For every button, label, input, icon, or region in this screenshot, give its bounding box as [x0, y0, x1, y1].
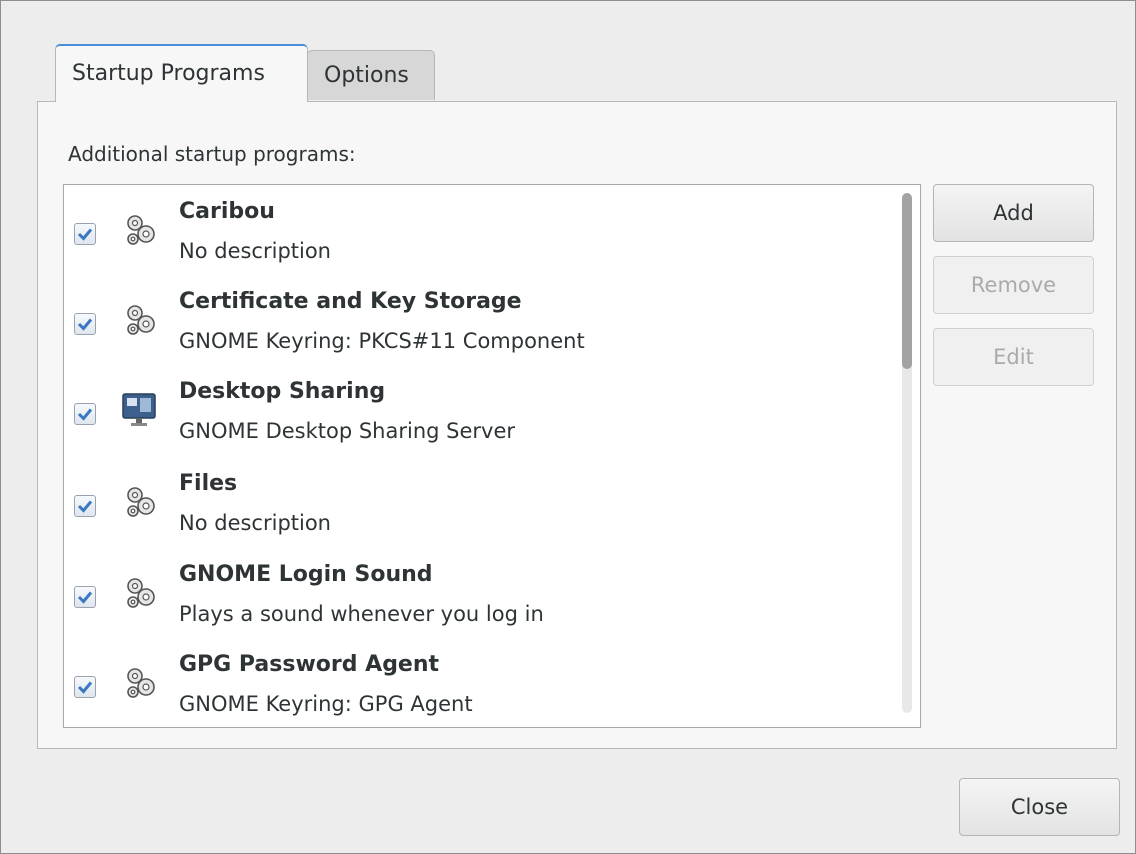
program-name: Desktop Sharing — [179, 379, 386, 404]
checkmark-icon — [77, 591, 93, 604]
list-item[interactable]: GPG Password Agent GNOME Keyring: GPG Ag… — [64, 638, 894, 727]
program-name: Certificate and Key Storage — [179, 289, 522, 314]
startup-applications-window: Startup Programs Options Additional star… — [0, 0, 1136, 854]
gears-icon — [120, 299, 160, 339]
remove-button[interactable]: Remove — [933, 256, 1094, 314]
gears-icon — [120, 209, 160, 249]
program-description: No description — [179, 511, 331, 535]
tab-options[interactable]: Options — [307, 50, 435, 100]
checkmark-icon — [77, 408, 93, 421]
vertical-scrollbar[interactable] — [902, 193, 912, 713]
edit-button[interactable]: Edit — [933, 328, 1094, 386]
close-button[interactable]: Close — [959, 778, 1120, 836]
startup-programs-pane: Additional startup programs: Caribou No … — [37, 101, 1117, 749]
program-description: GNOME Keyring: GPG Agent — [179, 692, 473, 716]
enable-checkbox[interactable] — [74, 313, 96, 335]
program-description: GNOME Desktop Sharing Server — [179, 419, 516, 443]
list-item[interactable]: Certificate and Key Storage GNOME Keyrin… — [64, 275, 894, 365]
list-item[interactable]: Desktop Sharing GNOME Desktop Sharing Se… — [64, 365, 894, 455]
program-list[interactable]: Caribou No description Certificate and K… — [63, 184, 921, 728]
desktop-sharing-icon — [120, 389, 160, 429]
program-description: Plays a sound whenever you log in — [179, 602, 544, 626]
list-item[interactable]: Caribou No description — [64, 185, 894, 275]
program-name: GNOME Login Sound — [179, 562, 433, 587]
list-item[interactable]: GNOME Login Sound Plays a sound whenever… — [64, 548, 894, 638]
program-description: GNOME Keyring: PKCS#11 Component — [179, 329, 585, 353]
checkmark-icon — [77, 500, 93, 513]
tab-startup-programs[interactable]: Startup Programs — [55, 44, 308, 102]
program-name: GPG Password Agent — [179, 652, 440, 677]
enable-checkbox[interactable] — [74, 495, 96, 517]
program-description: No description — [179, 239, 331, 263]
list-item[interactable]: Files No description — [64, 457, 894, 547]
checkmark-icon — [77, 228, 93, 241]
scrollbar-thumb[interactable] — [902, 193, 912, 369]
gears-icon — [120, 662, 160, 702]
checkmark-icon — [77, 318, 93, 331]
section-label: Additional startup programs: — [68, 142, 356, 166]
enable-checkbox[interactable] — [74, 223, 96, 245]
enable-checkbox[interactable] — [74, 676, 96, 698]
add-button[interactable]: Add — [933, 184, 1094, 242]
enable-checkbox[interactable] — [74, 403, 96, 425]
program-name: Files — [179, 471, 238, 496]
checkmark-icon — [77, 681, 93, 694]
enable-checkbox[interactable] — [74, 586, 96, 608]
gears-icon — [120, 481, 160, 521]
program-name: Caribou — [179, 199, 275, 224]
gears-icon — [120, 572, 160, 612]
